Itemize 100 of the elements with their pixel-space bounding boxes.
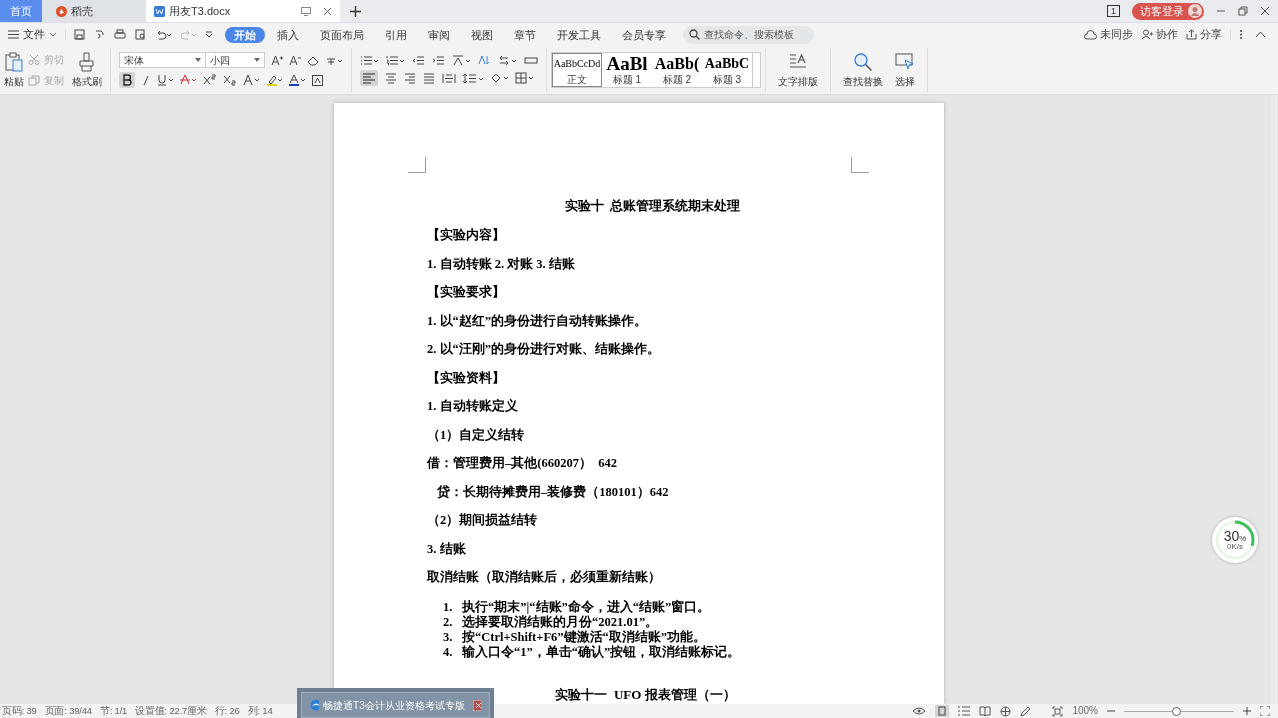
- restore-icon[interactable]: [1238, 6, 1248, 16]
- page-count-badge[interactable]: 1: [1107, 5, 1120, 17]
- bullet-list-icon[interactable]: [360, 54, 378, 66]
- writer-file-icon: [154, 5, 165, 17]
- bold-icon[interactable]: [119, 72, 135, 88]
- grow-font-icon[interactable]: [271, 54, 283, 66]
- search-icon: [853, 51, 873, 72]
- document-paragraph: 借：管理费用–其他(660207） 642: [427, 456, 618, 472]
- more-icon[interactable]: [1239, 29, 1243, 40]
- list-number: 3.: [443, 629, 454, 645]
- font-color-icon[interactable]: [289, 74, 305, 86]
- text-layout-button[interactable]: 文字排版: [778, 51, 818, 89]
- select-button[interactable]: 选择: [895, 51, 915, 89]
- login-button[interactable]: 访客登录: [1132, 2, 1204, 20]
- style-preset[interactable]: AaBl 标题 1: [602, 53, 652, 87]
- document-tab[interactable]: 用友T3.docx: [146, 0, 340, 22]
- user-plus-icon: [1141, 29, 1153, 40]
- fit-page-icon[interactable]: [1052, 705, 1064, 717]
- file-menu[interactable]: 文件: [0, 26, 65, 43]
- print-icon[interactable]: [114, 29, 126, 40]
- toolbar-button[interactable]: 协作: [1141, 26, 1178, 43]
- ribbon-tab[interactable]: 视图: [462, 26, 502, 43]
- subscript-icon[interactable]: [223, 74, 236, 86]
- shrink-font-icon[interactable]: [289, 54, 301, 66]
- paintbrush-icon: [78, 51, 96, 72]
- ribbon-tab[interactable]: 开始: [225, 26, 265, 43]
- toolbar-button[interactable]: 分享: [1186, 26, 1222, 43]
- status-text: 行: 26: [214, 704, 240, 718]
- list-item-text: 输入口令“1”，单击“确认”按钮，取消结账标记。: [462, 644, 741, 660]
- highlighter-icon[interactable]: [266, 74, 282, 86]
- line-break-icon[interactable]: [498, 54, 516, 66]
- strikethrough-icon[interactable]: [180, 74, 196, 86]
- page-view-icon[interactable]: [935, 705, 950, 717]
- ribbon-tab[interactable]: 引用: [376, 26, 416, 43]
- shading-icon[interactable]: [490, 72, 508, 84]
- ribbon-tab[interactable]: 插入: [268, 26, 308, 43]
- menu-icon: [8, 30, 19, 39]
- format-painter-button[interactable]: 格式刷: [72, 51, 102, 89]
- ribbon-tab[interactable]: 会员专享: [613, 26, 675, 43]
- document-paragraph: 贷：长期待摊费用–装修费（180101）642: [436, 484, 670, 501]
- clipboard-icon: [4, 51, 24, 72]
- copy-icon: [28, 75, 40, 86]
- numbered-list-icon[interactable]: [386, 54, 404, 66]
- document-paragraph: 【实验资料】: [427, 370, 506, 387]
- list-number: 2.: [443, 614, 454, 630]
- decrease-indent-icon[interactable]: [412, 54, 424, 66]
- speed-rate: 0K/s: [1227, 543, 1243, 551]
- ribbon-tab[interactable]: 开发工具: [548, 26, 610, 43]
- status-text: 列: 14: [247, 704, 273, 718]
- scissors-icon: [28, 54, 40, 65]
- caret-icon: [49, 32, 57, 37]
- document-paragraph: （2）期间损益结转: [427, 513, 539, 529]
- find-replace-button[interactable]: 查找替换: [843, 51, 883, 89]
- zoom-slider[interactable]: [1124, 706, 1234, 716]
- eraser-icon[interactable]: [307, 54, 319, 66]
- undo-icon[interactable]: [155, 29, 171, 40]
- line-spacing-icon[interactable]: [463, 72, 483, 84]
- document-paragraph: （1）自定义结转: [427, 427, 526, 444]
- plus-icon: [349, 5, 361, 17]
- char-border-icon[interactable]: [312, 74, 323, 86]
- status-text: 节: 1/1: [99, 704, 128, 718]
- print-preview-icon[interactable]: [135, 29, 146, 40]
- dropdown-icon[interactable]: [205, 30, 213, 39]
- monitor-icon[interactable]: [301, 6, 311, 16]
- text-effect-icon[interactable]: [243, 74, 259, 86]
- style-preset[interactable]: AaBbCcDd 正文: [552, 53, 602, 87]
- paste-button[interactable]: 粘贴: [4, 51, 24, 89]
- style-preset[interactable]: AaBb( 标题 2: [652, 53, 702, 87]
- web-view-icon[interactable]: [1000, 705, 1012, 717]
- increase-indent-icon[interactable]: [432, 54, 444, 66]
- eye-protection-icon[interactable]: [912, 706, 927, 716]
- ribbon-tab[interactable]: 章节: [505, 26, 545, 43]
- document-tab[interactable]: 稻壳: [42, 0, 146, 22]
- fullscreen-icon[interactable]: [1260, 706, 1270, 716]
- style-preset[interactable]: AaBbC 标题 3: [702, 53, 752, 87]
- pen-icon[interactable]: [1020, 705, 1032, 717]
- zoom-level[interactable]: 100%: [1072, 704, 1098, 718]
- ribbon-tab[interactable]: 审阅: [419, 26, 459, 43]
- toolbar-button[interactable]: 未同步: [1084, 26, 1133, 43]
- zoom-in-icon[interactable]: [1243, 707, 1251, 715]
- superscript-icon[interactable]: [203, 74, 216, 86]
- reading-view-icon[interactable]: [979, 706, 992, 716]
- collapse-icon[interactable]: [1255, 31, 1266, 38]
- app-logo-icon: [310, 699, 320, 711]
- document-heading: 实验十 总账管理系统期末处理: [563, 199, 742, 215]
- distribute-icon[interactable]: [442, 72, 456, 84]
- italic-icon[interactable]: [142, 74, 150, 86]
- flame-icon: [56, 5, 67, 17]
- borders-icon[interactable]: [515, 72, 533, 84]
- save-icon[interactable]: [74, 29, 85, 40]
- close-icon[interactable]: [1260, 6, 1270, 16]
- ribbon-tab[interactable]: 页面布局: [311, 26, 373, 43]
- list-item-text: 按“Ctrl+Shift+F6”键激活“取消结账”功能。: [462, 629, 707, 645]
- margin-corner-mark: [851, 157, 869, 173]
- document-paragraph: 1. 以“赵红”的身份进行自动转账操作。: [427, 313, 648, 330]
- document-paragraph: 3. 结账: [427, 541, 467, 558]
- sort-icon[interactable]: [478, 54, 490, 66]
- close-icon[interactable]: [323, 6, 332, 16]
- underline-icon[interactable]: [157, 74, 173, 86]
- command-search-field[interactable]: 查找命令、搜索模板: [683, 25, 814, 44]
